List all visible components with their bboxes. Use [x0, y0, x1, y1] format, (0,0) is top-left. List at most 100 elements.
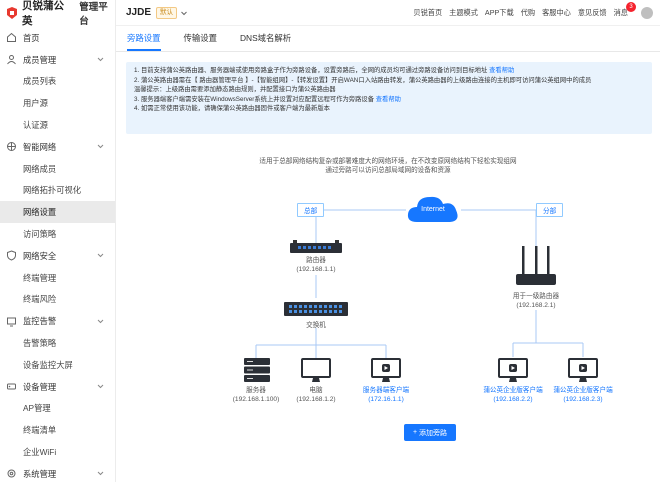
sidebar-item-label: 首页: [23, 32, 40, 43]
settings-icon: [6, 468, 17, 479]
sidebar-item-home[interactable]: 首页: [0, 27, 115, 49]
link-service-center[interactable]: 客服中心: [542, 8, 571, 18]
chevron-down-icon[interactable]: [180, 9, 188, 17]
link-theme-mode[interactable]: 主题模式: [449, 8, 478, 18]
sidebar-group-label: 成员管理: [23, 54, 57, 65]
branch-client-1-icon: [498, 358, 528, 384]
sidebar-group-label: 网络安全: [23, 250, 57, 261]
sidebar-item-terminal-risk[interactable]: 终端风险: [0, 289, 115, 311]
home-icon: [6, 32, 17, 43]
link-beirui-home[interactable]: 贝锐首页: [413, 8, 442, 18]
brand-subtitle: 管理平台: [79, 2, 108, 27]
bypass-topology-diagram: 适用于总部网络结构复杂或部署难度大的网络环境，在不改变原网络结构下轻松实现组网 …: [116, 150, 660, 482]
pc-icon: [301, 358, 331, 384]
link-messages[interactable]: 消息 3: [614, 1, 636, 18]
info-text: 2. 蒲公英路由器需在【 路由器管理平台 】-【智能组网】-【转发设置】开启WA…: [134, 76, 592, 84]
brand-name: 贝锐蒲公英: [22, 0, 64, 27]
shield-icon: [6, 250, 17, 261]
project-name[interactable]: JJDE: [126, 7, 151, 18]
cloud-label: Internet: [421, 206, 445, 213]
message-count-badge: 3: [626, 1, 636, 12]
switch-icon: [284, 300, 348, 318]
tab-dns-resolution[interactable]: DNS域名解析: [240, 32, 291, 51]
sidebar-item-member-list[interactable]: 成员列表: [0, 71, 115, 93]
sidebar-group-label: 监控告警: [23, 316, 57, 327]
sidebar-group-label: 智能网络: [23, 141, 57, 152]
switch-label: 交换机: [306, 322, 326, 329]
bypass-client-name: 服务器端客户端: [362, 387, 410, 394]
info-text: 温馨提示：上级路由需要添加静态路由规则，并配置接口为蒲公英路由器: [134, 86, 336, 93]
brand[interactable]: 贝锐蒲公英 管理平台: [0, 0, 115, 27]
topology-lines: [255, 209, 584, 358]
monitor-alert-icon: [6, 316, 17, 327]
sidebar-group-label: 设备管理: [23, 381, 57, 392]
branch-label: 分部: [536, 203, 564, 217]
router-label: 路由器 (192.168.1.1): [266, 257, 366, 274]
cloud-icon: Internet: [405, 192, 461, 226]
bypass-client-icon: [371, 358, 401, 384]
sidebar-item-monitor-screen[interactable]: 设备监控大屏: [0, 354, 115, 376]
bypass-client-ip: (172.16.1.1): [368, 395, 404, 403]
chevron-down-icon: [96, 251, 105, 260]
sidebar-item-enterprise-wifi[interactable]: 企业WiFi: [0, 441, 115, 463]
branch-client-2-label[interactable]: 蒲公英企业版客户端 (192.168.2.3): [533, 387, 633, 404]
chevron-down-icon: [96, 317, 105, 326]
chevron-down-icon: [96, 382, 105, 391]
sidebar-item-user-source[interactable]: 用户源: [0, 92, 115, 114]
settings-tabs: 旁路设置 传输设置 DNS域名解析: [116, 26, 660, 52]
sidebar-group-device-mgmt[interactable]: 设备管理: [0, 376, 115, 398]
branch-client-2-ip: (192.168.2.3): [563, 395, 603, 403]
info-line: 温馨提示：上级路由需要添加静态路由规则，并配置接口为蒲公英路由器: [134, 85, 644, 95]
header-links: 贝锐首页 主题模式 APP下载 代购 客服中心 意见反馈 消息 3: [413, 1, 653, 19]
sidebar-item-auth-source[interactable]: 认证源: [0, 114, 115, 136]
sidebar-item-alert-policy[interactable]: 告警策略: [0, 332, 115, 354]
sidebar-nav: 首页 成员管理 成员列表 用户源 认证源 智能网络 网络成员 网络拓扑可视化 网…: [0, 27, 115, 482]
server-icon: [244, 358, 270, 382]
info-line: 1. 目前支持蒲公英路由器、服务器端或使用旁路盒子作为旁路设备，设置旁路后，全网…: [134, 66, 644, 76]
help-link[interactable]: 查看帮助: [489, 67, 514, 74]
link-purchase[interactable]: 代购: [521, 8, 535, 18]
brand-logo-icon: [5, 6, 19, 20]
link-app-download[interactable]: APP下载: [485, 8, 514, 18]
branch-router-ip: (192.168.2.1): [516, 301, 556, 309]
branch-client-2-icon: [568, 358, 598, 384]
sidebar-item-access-policy[interactable]: 访问策略: [0, 223, 115, 245]
sidebar-group-members[interactable]: 成员管理: [0, 49, 115, 71]
chevron-down-icon: [96, 469, 105, 478]
sidebar-item-network-topology[interactable]: 网络拓扑可视化: [0, 180, 115, 202]
info-line: 2. 蒲公英路由器需在【 路由器管理平台 】-【智能组网】-【转发设置】开启WA…: [134, 76, 644, 86]
tab-transport-settings[interactable]: 传输设置: [184, 32, 218, 51]
sidebar-item-network-settings[interactable]: 网络设置: [0, 201, 115, 224]
add-bypass-label: 添加旁路: [419, 429, 448, 437]
sidebar-group-smart-network[interactable]: 智能网络: [0, 136, 115, 158]
sidebar-group-network-security[interactable]: 网络安全: [0, 245, 115, 267]
bypass-client-label[interactable]: 服务器端客户端 (172.16.1.1): [336, 387, 436, 404]
info-text: 1. 目前支持蒲公英路由器、服务器端或使用旁路盒子作为旁路设备，设置旁路后，全网…: [134, 67, 490, 74]
info-line: 4. 如需正常使用该功能，请确保蒲公英路由器固件或客户端为最新版本: [134, 104, 644, 114]
info-text: 3. 服务器端客户端需安装在WindowsServer系统上并设置对应配置远程可…: [134, 95, 376, 103]
help-link[interactable]: 查看帮助: [376, 96, 401, 103]
sidebar-group-label: 系统管理: [23, 468, 57, 479]
router-ip: (192.168.1.1): [296, 265, 336, 273]
info-text: 4. 如需正常使用该功能，请确保蒲公英路由器固件或客户端为最新版本: [134, 105, 330, 112]
plus-icon: +: [412, 429, 418, 436]
users-icon: [6, 54, 17, 65]
default-badge: 默认: [156, 6, 178, 19]
top-header: JJDE 默认 贝锐首页 主题模式 APP下载 代购 客服中心 意见反馈 消息 …: [116, 0, 660, 26]
app-root: 贝锐蒲公英 管理平台 首页 成员管理 成员列表 用户源 认证源 智能网络 网络成…: [0, 0, 660, 482]
router-name: 路由器: [306, 257, 326, 264]
branch-router-name: 用于一级路由器: [512, 293, 560, 300]
device-icon: [6, 381, 17, 392]
link-feedback[interactable]: 意见反馈: [578, 8, 607, 18]
avatar[interactable]: [641, 6, 653, 19]
sidebar-item-terminal-mgmt[interactable]: 终端管理: [0, 267, 115, 289]
chevron-down-icon: [96, 55, 105, 64]
branch-router-icon: [516, 246, 556, 288]
sidebar-item-network-members[interactable]: 网络成员: [0, 158, 115, 180]
tab-bypass-settings[interactable]: 旁路设置: [127, 32, 161, 51]
add-bypass-button[interactable]: + 添加旁路: [404, 424, 456, 441]
sidebar-item-ap-mgmt[interactable]: AP管理: [0, 398, 115, 420]
sidebar-item-terminal-list[interactable]: 终端清单: [0, 419, 115, 441]
sidebar-group-monitoring[interactable]: 监控告警: [0, 310, 115, 332]
sidebar-group-system-mgmt[interactable]: 系统管理: [0, 463, 115, 482]
